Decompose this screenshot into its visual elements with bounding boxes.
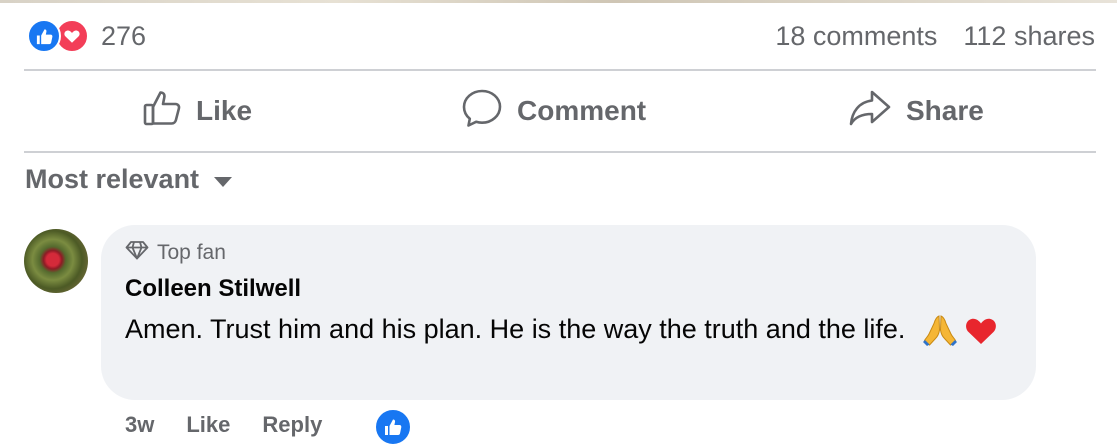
post-action-bar: Like Comment Share	[24, 72, 1096, 150]
comment-meta: 3w Like Reply	[125, 412, 322, 438]
like-button[interactable]: Like	[142, 72, 252, 150]
like-button-label: Like	[196, 95, 253, 126]
comment-author[interactable]: Colleen Stilwell	[125, 275, 301, 303]
divider	[24, 151, 1096, 153]
sort-label: Most relevant	[25, 164, 200, 194]
comment-text: Amen. Trust him and his plan. He is the …	[125, 309, 1005, 357]
top-fan-badge: Top fan	[125, 240, 226, 266]
comment-like-button[interactable]: Like	[186, 412, 230, 438]
shares-count-link[interactable]: 112 shares	[963, 21, 1095, 52]
caret-down-icon	[213, 164, 233, 195]
top-fan-label: Top fan	[157, 241, 226, 264]
comment-reply-button[interactable]: Reply	[262, 412, 322, 438]
comment-button[interactable]: Comment	[461, 72, 646, 150]
comment-bubble: Top fan Colleen Stilwell Amen. Trust him…	[101, 225, 1036, 400]
like-icon	[27, 19, 61, 53]
comment-bubble-icon	[461, 87, 503, 136]
praying-hands-icon	[922, 314, 957, 357]
share-button-label: Share	[906, 95, 984, 126]
avatar[interactable]	[24, 229, 88, 293]
comment-button-label: Comment	[517, 95, 647, 126]
comment-sort-dropdown[interactable]: Most relevant	[25, 164, 233, 195]
comments-count-link[interactable]: 18 comments	[775, 21, 937, 52]
reaction-count: 276	[101, 20, 147, 51]
divider	[24, 69, 1096, 71]
comment-body: Amen. Trust him and his plan. He is the …	[125, 314, 906, 344]
like-icon	[374, 408, 412, 446]
diamond-icon	[125, 240, 149, 266]
red-heart-icon	[964, 314, 998, 357]
comment-timestamp[interactable]: 3w	[125, 412, 154, 438]
post-image-edge	[0, 0, 1117, 3]
share-arrow-icon	[848, 88, 892, 135]
post-stats: 18 comments 112 shares	[775, 17, 1095, 55]
share-button[interactable]: Share	[848, 72, 984, 150]
reaction-summary[interactable]: 276	[27, 17, 146, 55]
thumbs-up-icon	[142, 88, 182, 135]
